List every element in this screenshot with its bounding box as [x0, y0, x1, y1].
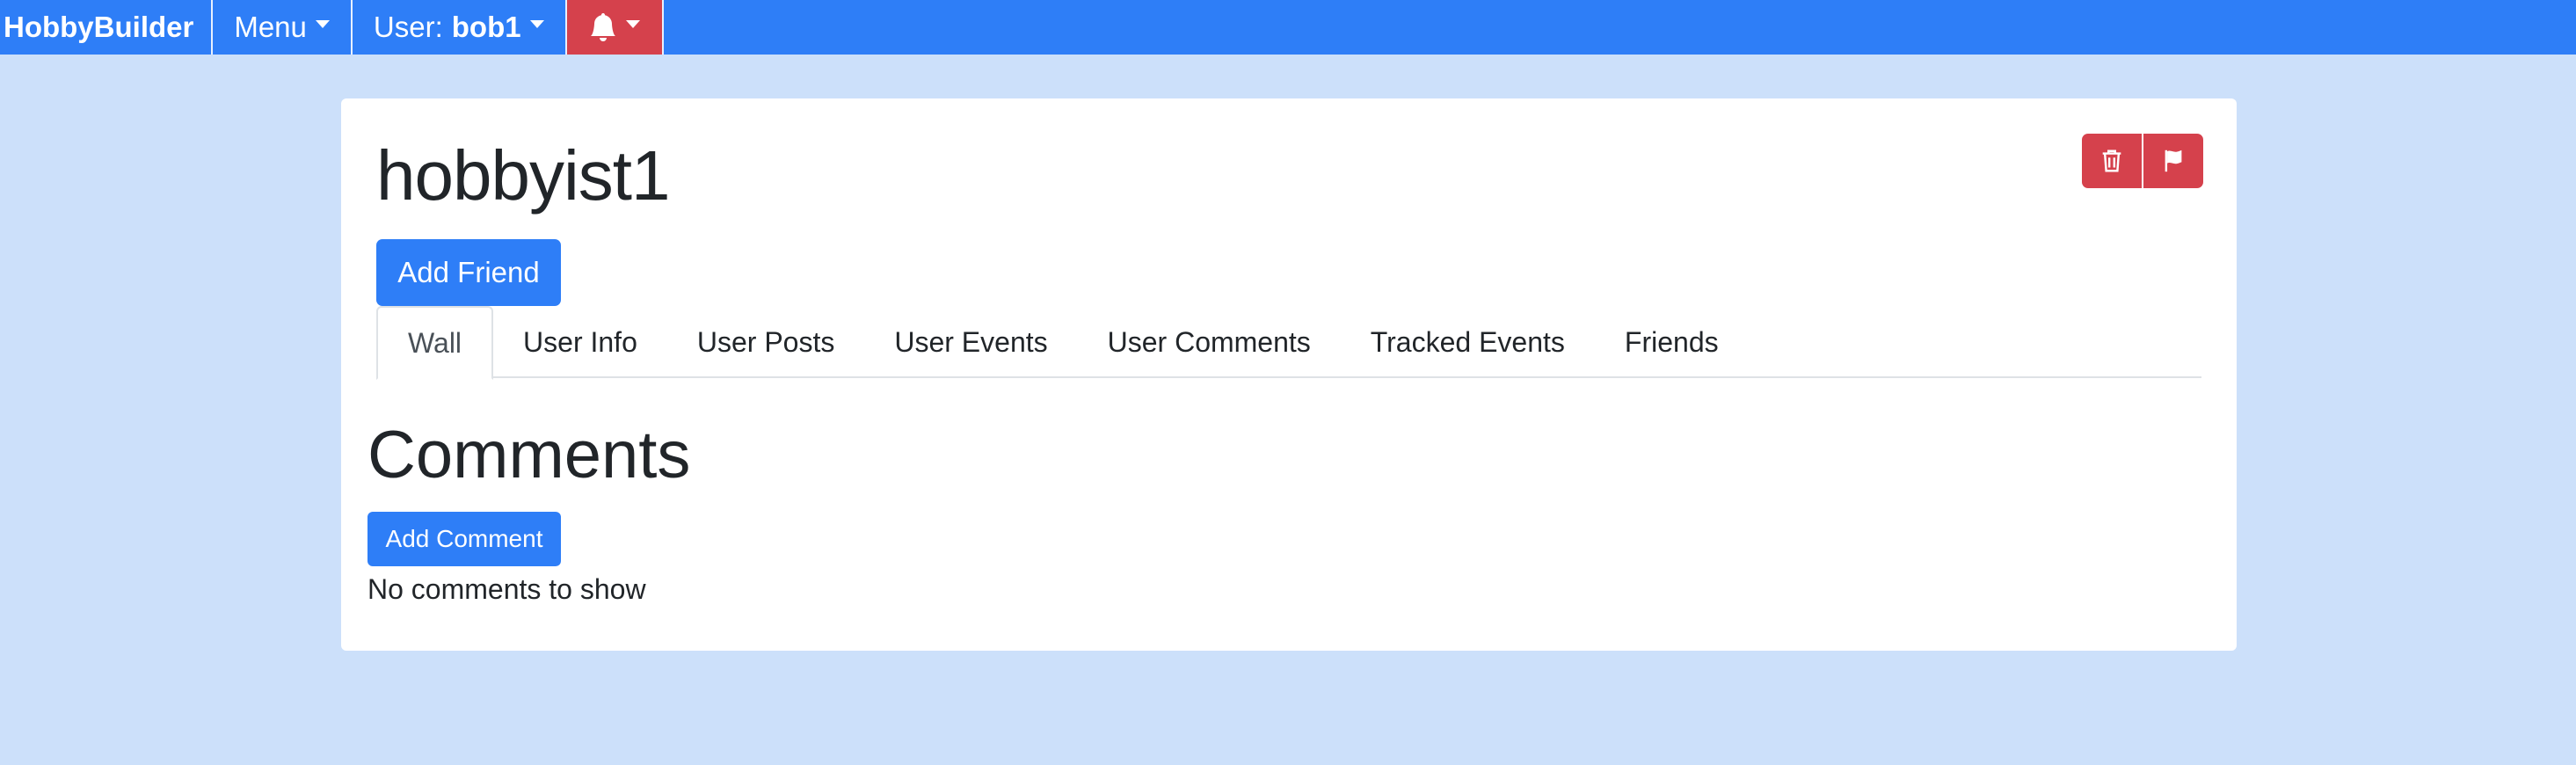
- top-navbar: HobbyBuilder Menu User: bob1: [0, 0, 2576, 55]
- tab-user-events[interactable]: User Events: [864, 306, 1077, 378]
- delete-user-button[interactable]: [2082, 134, 2142, 188]
- profile-card: hobbyist1 Add Friend Wall User Info User…: [341, 98, 2237, 651]
- report-user-button[interactable]: [2143, 134, 2203, 188]
- add-friend-button[interactable]: Add Friend: [376, 239, 561, 306]
- tab-friends[interactable]: Friends: [1595, 306, 1749, 378]
- tab-user-comments[interactable]: User Comments: [1078, 306, 1341, 378]
- user-prefix: User:: [373, 11, 443, 43]
- comments-heading: Comments: [367, 418, 691, 492]
- notifications-dropdown[interactable]: [566, 0, 664, 55]
- tab-user-info[interactable]: User Info: [493, 306, 667, 378]
- caret-down-icon: [315, 19, 330, 28]
- add-comment-button[interactable]: Add Comment: [367, 512, 561, 566]
- user-dropdown[interactable]: User: bob1: [353, 0, 567, 55]
- caret-down-icon: [529, 19, 544, 28]
- tab-wall[interactable]: Wall: [376, 306, 494, 380]
- username: bob1: [451, 11, 521, 43]
- trash-icon: [2102, 149, 2121, 172]
- bell-icon: [590, 13, 615, 41]
- page-title: hobbyist1: [376, 136, 670, 215]
- profile-tabs: Wall User Info User Posts User Events Us…: [376, 306, 2201, 380]
- menu-label: Menu: [234, 11, 307, 43]
- tab-user-posts[interactable]: User Posts: [667, 306, 864, 378]
- flag-icon: [2165, 149, 2182, 172]
- caret-down-icon: [625, 19, 640, 28]
- profile-actions: [2082, 134, 2203, 188]
- menu-dropdown[interactable]: Menu: [213, 0, 353, 55]
- brand-link[interactable]: HobbyBuilder: [0, 0, 214, 55]
- empty-comments-message: No comments to show: [367, 573, 646, 605]
- tab-tracked-events[interactable]: Tracked Events: [1341, 306, 1595, 378]
